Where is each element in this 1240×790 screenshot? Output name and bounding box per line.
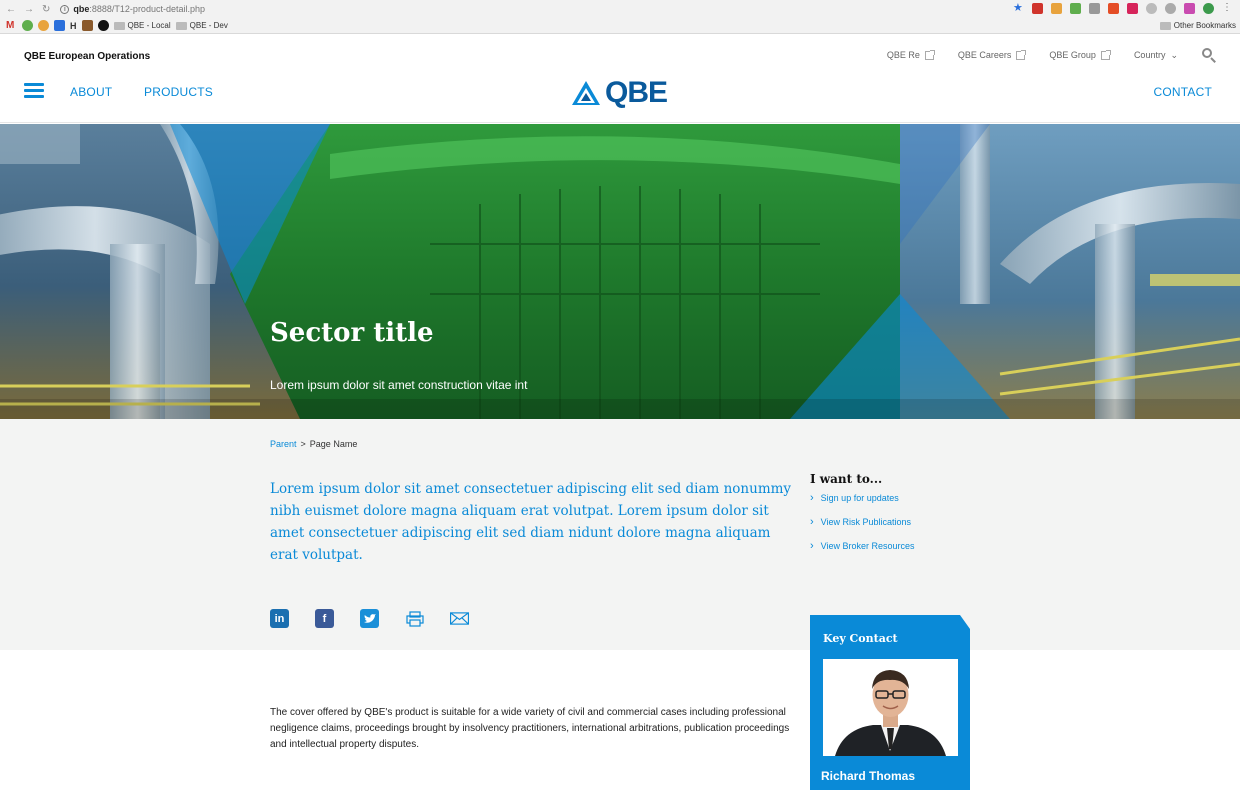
qbe-logo[interactable]: QBE [571,78,668,108]
back-arrow-icon[interactable]: ← [6,4,16,15]
email-icon[interactable] [450,609,469,628]
external-link-icon [924,49,935,60]
bookmark-icon[interactable] [81,20,93,31]
external-link-icon [1016,49,1027,60]
body-paragraph: The cover offered by QBE's product is su… [270,707,790,750]
link-risk-publications[interactable]: View Risk Publications [810,516,915,528]
breadcrumb: Parent > Page Name [270,439,357,449]
lead-paragraph: Lorem ipsum dolor sit amet consectetuer … [270,481,792,563]
external-link-icon [1100,49,1111,60]
hero-banner: Sector title Lorem ipsum dolor sit amet … [0,124,1240,419]
other-bookmarks[interactable]: Other Bookmarks [1159,21,1236,30]
qbe-logo-mark-icon [572,81,600,105]
menu-icon[interactable] [24,83,44,98]
bookmark-letter[interactable]: H [70,21,77,31]
extension-icon[interactable] [1146,3,1157,14]
hero-title: Sector title [270,318,434,348]
breadcrumb-current: Page Name [309,439,358,449]
url-host: qbe [73,4,90,14]
twitter-icon[interactable] [360,609,379,628]
browser-nav: ← → ↻ [0,4,50,15]
browser-toolbar: ← → ↻ i qbe:8888/T12-product-detail.php … [0,0,1240,18]
country-select[interactable]: Country ⌄ [1134,50,1178,61]
key-contact-card: Key Contact Richard Thomas [810,615,970,790]
star-icon[interactable]: ★ [1013,3,1024,14]
hero-image [0,124,1240,419]
hero-subtitle: Lorem ipsum dolor sit amet construction … [270,378,528,392]
github-icon[interactable] [97,20,109,31]
link-broker-resources[interactable]: View Broker Resources [810,540,915,552]
info-icon[interactable]: i [60,4,70,14]
key-contact-heading: Key Contact [823,632,898,645]
i-want-to-panel: I want to... Sign up for updates View Ri… [810,472,915,564]
contact-name[interactable]: Richard Thomas [821,769,915,783]
utility-nav: QBE Re QBE Careers QBE Group Country ⌄ [887,48,1216,63]
util-link-qbe-re[interactable]: QBE Re [887,49,935,60]
bookmark-icon[interactable] [38,20,49,31]
nav-about[interactable]: ABOUT [70,85,112,99]
search-icon[interactable] [1202,48,1216,63]
chevron-down-icon: ⌄ [1170,49,1178,60]
nav-contact[interactable]: CONTACT [1153,85,1212,99]
site-name[interactable]: QBE European Operations [24,51,150,62]
util-link-qbe-careers[interactable]: QBE Careers [958,49,1027,60]
folder-icon [1159,21,1171,30]
folder-icon [113,21,125,30]
print-icon[interactable] [405,609,424,628]
link-sign-up-updates[interactable]: Sign up for updates [810,492,915,504]
extension-icon[interactable] [1108,3,1119,14]
extension-icon[interactable] [1070,3,1081,14]
bookmark-qbe-dev[interactable]: QBE - Dev [175,21,228,30]
bookmark-icon[interactable] [22,20,33,31]
reload-icon[interactable]: ↻ [42,4,50,15]
site-header: QBE European Operations QBE Re QBE Caree… [0,35,1240,123]
folder-icon [175,21,187,30]
extension-icon[interactable] [1127,3,1138,14]
url-path: :8888/T12-product-detail.php [89,4,205,14]
gmail-icon[interactable]: M [6,20,17,31]
extension-icon[interactable] [1051,3,1062,14]
forward-arrow-icon[interactable]: → [24,4,34,15]
extension-icon[interactable] [1165,3,1176,14]
address-bar[interactable]: i qbe:8888/T12-product-detail.php [60,4,205,14]
share-bar: in f [270,609,469,628]
contact-photo [823,659,958,756]
bookmarks-bar: M H QBE - Local QBE - Dev Other Bookmark… [0,18,1240,34]
bookmark-qbe-local[interactable]: QBE - Local [113,21,171,30]
extensions-bar: ★ ⋮ [1013,3,1232,14]
linkedin-icon[interactable]: in [270,609,289,628]
extension-icon[interactable] [1089,3,1100,14]
bookmark-icon[interactable] [54,20,65,31]
nav-products[interactable]: PRODUCTS [144,85,213,99]
extension-icon[interactable] [1032,3,1043,14]
menu-dots-icon[interactable]: ⋮ [1222,3,1232,14]
extension-icon[interactable] [1203,3,1214,14]
breadcrumb-parent[interactable]: Parent [270,439,297,449]
extension-icon[interactable] [1184,3,1195,14]
util-link-qbe-group[interactable]: QBE Group [1049,49,1111,60]
i-want-to-heading: I want to... [810,472,883,486]
facebook-icon[interactable]: f [315,609,334,628]
breadcrumb-separator: > [300,439,306,449]
